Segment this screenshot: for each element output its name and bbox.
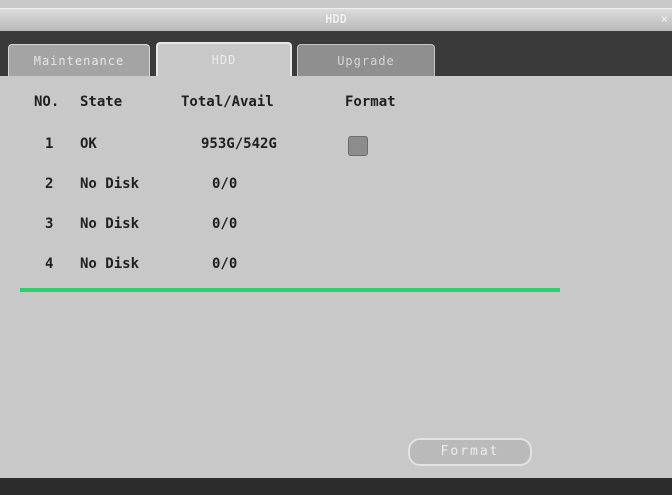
column-header-no: NO. bbox=[34, 94, 60, 110]
disk-number: 3 bbox=[45, 216, 54, 232]
tab-maintenance[interactable]: Maintenance bbox=[8, 44, 150, 77]
format-progress-bar bbox=[20, 288, 560, 292]
disk-state: OK bbox=[80, 136, 97, 152]
format-progress-fill bbox=[20, 288, 560, 292]
disk-state: No Disk bbox=[80, 176, 140, 192]
window-title: HDD bbox=[325, 12, 347, 26]
disk-state: No Disk bbox=[80, 216, 140, 232]
tab-bar: Maintenance Upgrade HDD bbox=[0, 31, 672, 82]
disk-size: 953G/542G bbox=[201, 136, 277, 152]
title-bar: HDD × bbox=[0, 8, 672, 32]
disk-number: 1 bbox=[45, 136, 54, 152]
close-icon[interactable]: × bbox=[661, 12, 668, 26]
tab-upgrade[interactable]: Upgrade bbox=[297, 44, 435, 77]
disk-number: 2 bbox=[45, 176, 54, 192]
disk-state: No Disk bbox=[80, 256, 140, 272]
column-header-total-avail: Total/Avail bbox=[181, 94, 274, 110]
disk-size: 0/0 bbox=[212, 176, 238, 192]
hdd-panel: NO. State Total/Avail Format 1 OK 953G/5… bbox=[8, 76, 672, 478]
disk-size: 0/0 bbox=[212, 256, 238, 272]
disk-number: 4 bbox=[45, 256, 54, 272]
column-header-state: State bbox=[80, 94, 123, 110]
bottom-bar bbox=[0, 478, 672, 495]
format-checkbox[interactable] bbox=[348, 136, 368, 156]
hdd-window: HDD × Maintenance Upgrade HDD NO. State … bbox=[0, 0, 672, 495]
format-button[interactable]: Format bbox=[408, 438, 532, 466]
disk-size: 0/0 bbox=[212, 216, 238, 232]
column-header-format: Format bbox=[345, 94, 396, 110]
